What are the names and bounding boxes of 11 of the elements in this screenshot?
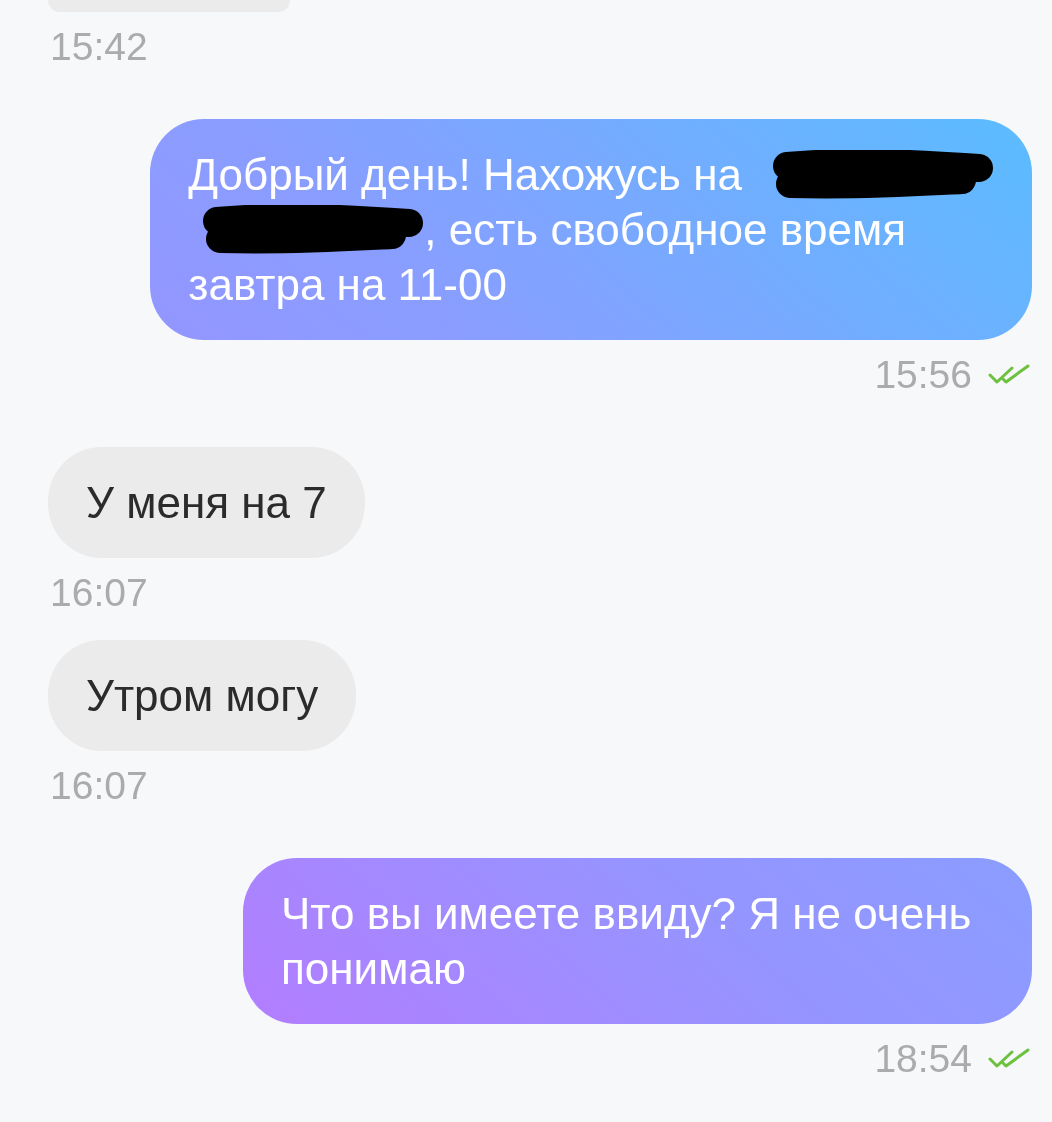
message-time: 16:07 <box>50 570 148 616</box>
message-text: Утром могу <box>86 671 319 720</box>
message-time: 18:54 <box>874 1036 972 1082</box>
message-text: завтра на 11-00 <box>188 259 507 311</box>
message-text: , есть свободное время <box>424 204 907 256</box>
message-text: Что вы имеете ввиду? Я не очень понимаю <box>281 889 972 993</box>
message-text: Добрый день! Нахожусь на <box>188 149 742 201</box>
message-text: У меня на 7 <box>86 478 327 527</box>
message-time: 15:56 <box>874 352 972 398</box>
message-time: 15:42 <box>50 24 148 70</box>
message-time: 16:07 <box>50 763 148 809</box>
